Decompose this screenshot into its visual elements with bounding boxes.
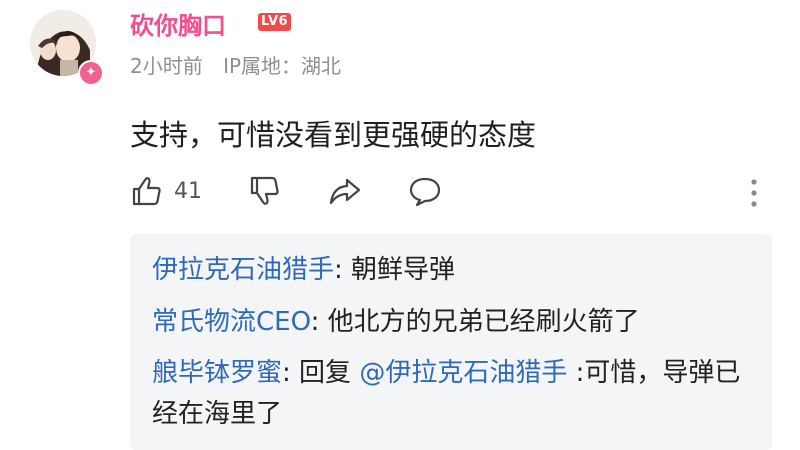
comment-actions: 41 — [130, 174, 770, 214]
comment-icon — [409, 177, 441, 207]
reply-mention[interactable]: @伊拉克石油猎手 — [359, 358, 567, 388]
share-icon — [329, 178, 361, 205]
reply-prefix: 回复 — [299, 358, 360, 388]
reply-text: 他北方的兄弟已经刷火箭了 — [327, 307, 640, 337]
reply-item[interactable]: 艆毕钵罗蜜: 回复 @伊拉克石油猎手 :可惜，导弹已经在海里了 — [152, 353, 762, 435]
reply-list: 伊拉克石油猎手: 朝鲜导弹 常氏物流CEO: 他北方的兄弟已经刷火箭了 艆毕钵罗… — [130, 234, 772, 450]
more-vertical-icon[interactable] — [750, 178, 758, 208]
thumbs-up-icon — [132, 177, 161, 206]
reply-separator: : — [310, 307, 328, 337]
reply-author[interactable]: 常氏物流CEO — [152, 307, 311, 337]
level-badge: LV6 — [258, 13, 292, 31]
reply-author[interactable]: 艆毕钵罗蜜 — [152, 358, 282, 388]
comment-meta: 2小时前 IP属地：湖北 — [130, 50, 355, 79]
thumbs-down-icon — [250, 176, 279, 205]
like-count: 41 — [174, 178, 202, 204]
reply-button[interactable] — [408, 174, 442, 208]
time-ago: 2小时前 — [130, 54, 203, 78]
username[interactable]: 砍你胸口 — [130, 6, 226, 41]
star-badge-icon: ✦ — [78, 60, 104, 86]
ip-location: IP属地：湖北 — [223, 54, 342, 78]
reply-author[interactable]: 伊拉克石油猎手 — [152, 255, 334, 285]
dislike-button[interactable] — [248, 174, 282, 208]
like-button[interactable]: 41 — [130, 174, 202, 208]
reply-separator: : — [334, 255, 352, 285]
share-button[interactable] — [328, 174, 362, 208]
reply-item[interactable]: 伊拉克石油猎手: 朝鲜导弹 — [152, 250, 762, 291]
reply-separator: : — [282, 358, 300, 388]
reply-text: 朝鲜导弹 — [351, 255, 456, 285]
reply-item[interactable]: 常氏物流CEO: 他北方的兄弟已经刷火箭了 — [152, 302, 762, 343]
comment-text: 支持，可惜没看到更强硬的态度 — [130, 118, 537, 152]
avatar-container[interactable]: ✦ — [30, 10, 104, 86]
